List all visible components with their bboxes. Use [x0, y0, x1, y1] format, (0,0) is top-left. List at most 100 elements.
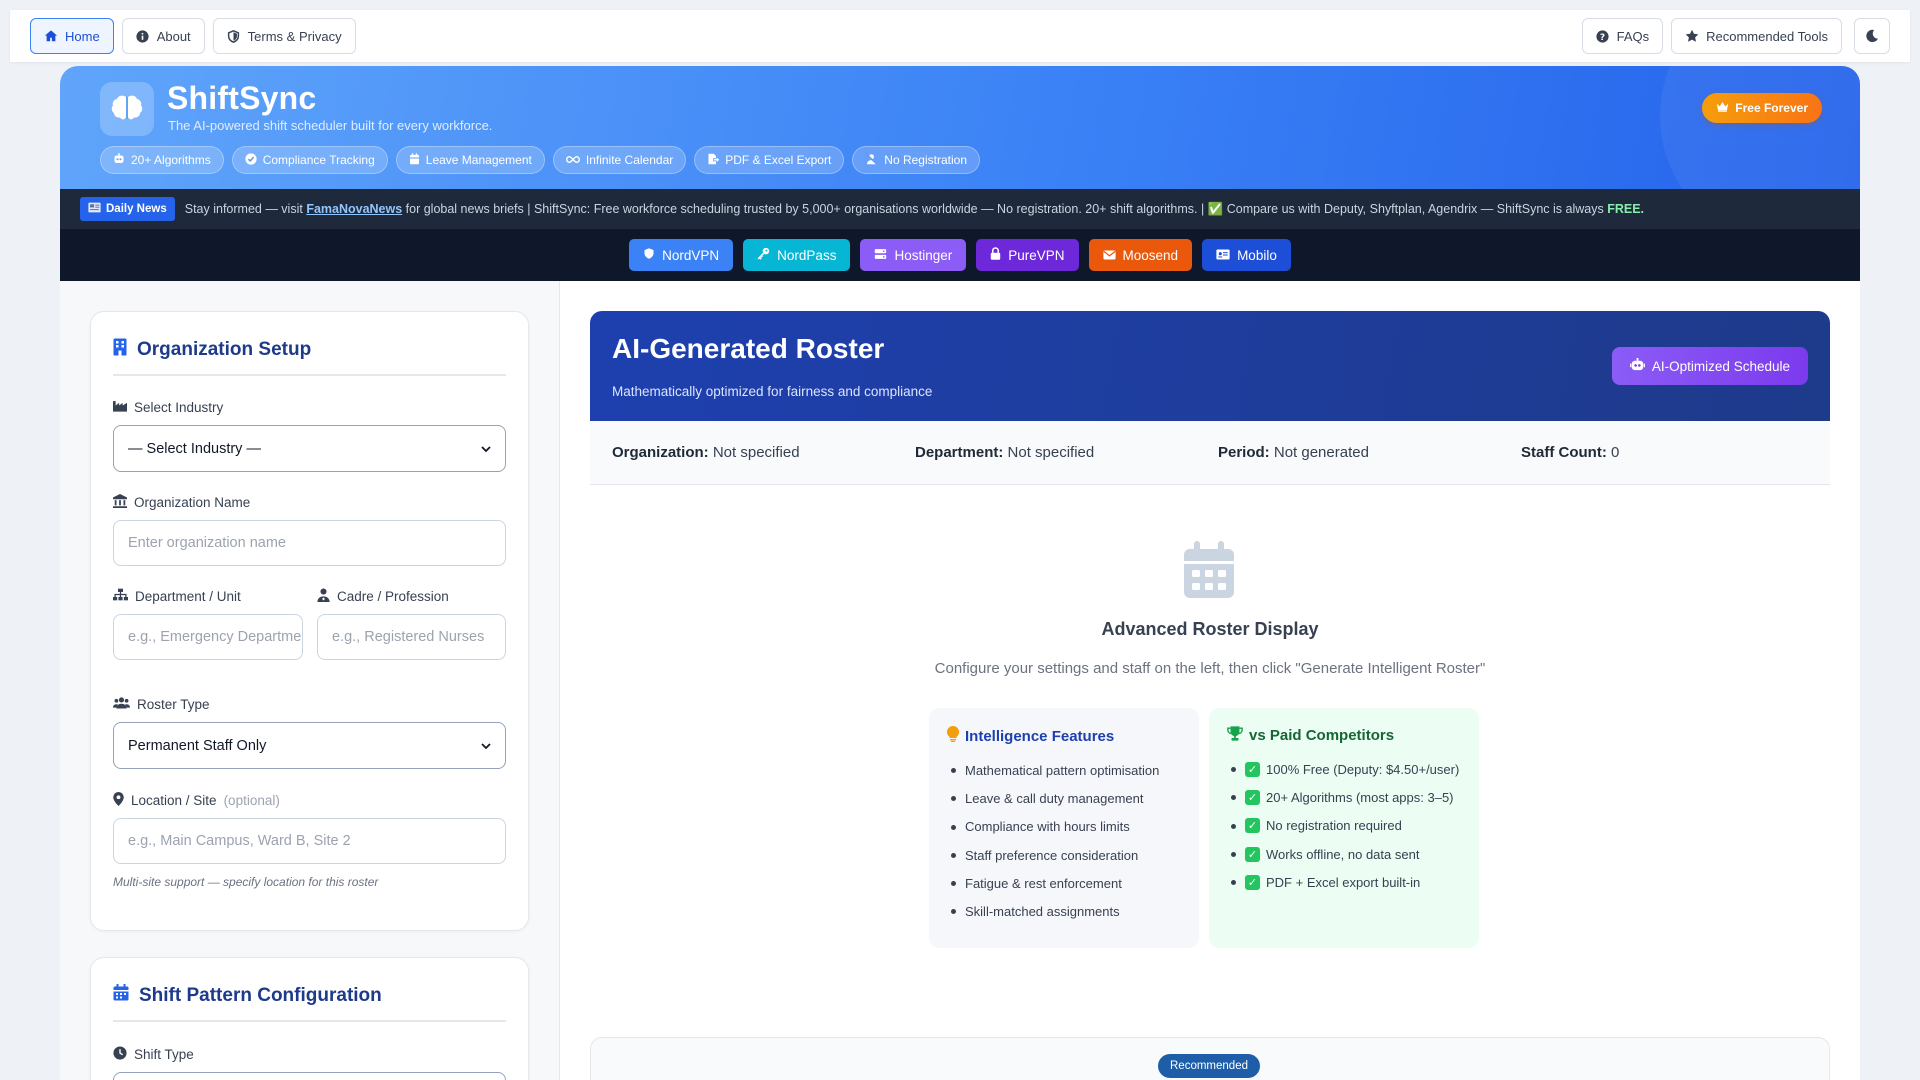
- list-item: ✓ 20+ Algorithms (most apps: 3–5): [1227, 783, 1461, 811]
- moosend-button[interactable]: Moosend: [1088, 239, 1193, 271]
- nav-about-button[interactable]: About: [121, 18, 205, 54]
- partner-links: NordVPN NordPass Hostinger PureVPN Moose…: [60, 229, 1860, 281]
- nav-faqs-label: FAQs: [1616, 28, 1650, 44]
- list-item: Compliance with hours limits: [947, 813, 1181, 841]
- partner-label: Hostinger: [894, 247, 953, 263]
- chip-no-registration: No Registration: [852, 146, 980, 174]
- chevron-down-icon: [481, 441, 491, 457]
- intelligence-features-heading: Intelligence Features: [965, 727, 1115, 745]
- location-placeholder: e.g., Main Campus, Ward B, Site 2: [128, 833, 351, 849]
- star-icon: [1685, 29, 1699, 43]
- intelligence-features-list: Mathematical pattern optimisation Leave …: [947, 756, 1181, 926]
- meta-value: Not generated: [1273, 444, 1369, 461]
- meta-key: Department:: [915, 444, 1004, 461]
- roster-subtitle: Mathematically optimized for fairness an…: [612, 384, 933, 399]
- organization-name-text: Organization Name: [134, 495, 251, 510]
- meta-organization: Organization: Not specified: [612, 444, 915, 461]
- mobilo-button[interactable]: Mobilo: [1202, 239, 1291, 271]
- divider: [113, 374, 506, 376]
- chip-compliance: Compliance Tracking: [231, 146, 388, 174]
- competitors-heading: vs Paid Competitors: [1249, 727, 1395, 744]
- nav-faqs-button[interactable]: ? FAQs: [1581, 18, 1664, 54]
- location-text: Location / Site: [131, 793, 217, 808]
- calendar-icon: [409, 152, 420, 168]
- cadre-text: Cadre / Profession: [337, 589, 449, 604]
- infinity-icon: [565, 153, 580, 167]
- chip-algorithms: 20+ Algorithms: [100, 146, 224, 174]
- chip-calendar: Infinite Calendar: [552, 146, 687, 174]
- news-mid: for global news briefs | ShiftSync: Free…: [402, 201, 1608, 216]
- hostinger-button[interactable]: Hostinger: [860, 239, 967, 271]
- famanovanews-link[interactable]: FamaNovaNews: [306, 202, 402, 216]
- nav-terms-button[interactable]: Terms & Privacy: [212, 18, 356, 54]
- organization-name-input[interactable]: Enter organization name: [113, 520, 506, 566]
- clock-icon: [113, 1046, 127, 1063]
- server-icon: [874, 248, 887, 263]
- partner-label: NordVPN: [662, 247, 720, 263]
- partner-label: Mobilo: [1237, 247, 1277, 263]
- free-forever-label: Free Forever: [1735, 101, 1808, 115]
- cadre-placeholder: e.g., Registered Nurses: [332, 629, 485, 645]
- roster-type-text: Roster Type: [137, 696, 210, 712]
- hero-header: ShiftSync The AI-powered shift scheduler…: [60, 66, 1860, 189]
- ai-optimized-badge: AI-Optimized Schedule: [1611, 347, 1808, 385]
- industry-icon: [113, 399, 127, 415]
- roster-type-select[interactable]: Permanent Staff Only: [113, 722, 506, 769]
- shift-type-select[interactable]: [113, 1072, 506, 1080]
- robot-icon: [1629, 358, 1645, 374]
- info-icon: [136, 29, 150, 43]
- robot-icon: [113, 153, 125, 167]
- daily-news-label: Daily News: [106, 203, 167, 215]
- feature-chips: 20+ Algorithms Compliance Tracking Leave…: [100, 146, 980, 174]
- news-text: Stay informed — visit FamaNovaNews for g…: [185, 202, 1644, 217]
- location-label: Location / Site (optional): [113, 792, 280, 809]
- nav-about-label: About: [156, 28, 191, 44]
- moon-icon: [1865, 29, 1879, 43]
- check-icon: ✓: [1245, 874, 1260, 890]
- building-icon: [113, 338, 127, 362]
- location-input[interactable]: e.g., Main Campus, Ward B, Site 2: [113, 818, 506, 864]
- intelligence-features-box: Intelligence Features Mathematical patte…: [929, 708, 1199, 948]
- list-item: ✓ Works offline, no data sent: [1227, 840, 1461, 868]
- nav-home-button[interactable]: Home: [30, 18, 114, 54]
- nav-recommended-tools-button[interactable]: Recommended Tools: [1671, 18, 1842, 54]
- news-pre: Stay informed — visit: [184, 201, 307, 216]
- sitemap-icon: [113, 588, 128, 604]
- partner-label: NordPass: [777, 247, 837, 263]
- cadre-input[interactable]: e.g., Registered Nurses: [317, 614, 506, 660]
- shift-type-text: Shift Type: [134, 1047, 194, 1062]
- check-icon: ✓: [1245, 846, 1260, 862]
- select-industry-text: Select Industry: [134, 399, 224, 415]
- theme-toggle-button[interactable]: [1854, 18, 1890, 54]
- nordpass-button[interactable]: NordPass: [743, 239, 851, 271]
- partner-label: PureVPN: [1008, 247, 1065, 263]
- department-label: Department / Unit: [113, 588, 241, 604]
- calendar-icon: [113, 984, 129, 1007]
- empty-state-subtitle: Configure your settings and staff on the…: [934, 660, 1486, 677]
- question-icon: ?: [1596, 29, 1610, 43]
- department-input[interactable]: e.g., Emergency Department: [113, 614, 303, 660]
- chip-label: Compliance Tracking: [262, 153, 375, 167]
- svg-text:?: ?: [1600, 32, 1605, 42]
- department-placeholder: e.g., Emergency Department: [128, 629, 303, 645]
- purevpn-button[interactable]: PureVPN: [976, 239, 1079, 271]
- meta-staff-count: Staff Count: 0: [1521, 444, 1824, 461]
- list-item: Staff preference consideration: [947, 841, 1181, 869]
- daily-news-tag: Daily News: [80, 197, 175, 221]
- list-item: Skill-matched assignments: [947, 897, 1181, 925]
- brand-tagline: The AI-powered shift scheduler built for…: [168, 118, 493, 133]
- empty-state-title: Advanced Roster Display: [1101, 619, 1319, 639]
- chip-label: 20+ Algorithms: [131, 153, 211, 167]
- location-hint: Multi-site support — specify location fo…: [113, 875, 379, 889]
- chip-label: Leave Management: [425, 153, 532, 167]
- meta-key: Organization:: [612, 444, 709, 461]
- chip-label: Infinite Calendar: [585, 153, 674, 167]
- nordvpn-button[interactable]: NordVPN: [629, 239, 734, 271]
- roster-type-value: Permanent Staff Only: [128, 737, 267, 754]
- list-item: Mathematical pattern optimisation: [947, 756, 1181, 784]
- nav-home-label: Home: [65, 28, 100, 44]
- list-item: ✓ 100% Free (Deputy: $4.50+/user): [1227, 755, 1461, 783]
- id-card-icon: [1216, 248, 1230, 263]
- lightbulb-icon: [946, 725, 960, 746]
- industry-select[interactable]: — Select Industry —: [113, 425, 506, 472]
